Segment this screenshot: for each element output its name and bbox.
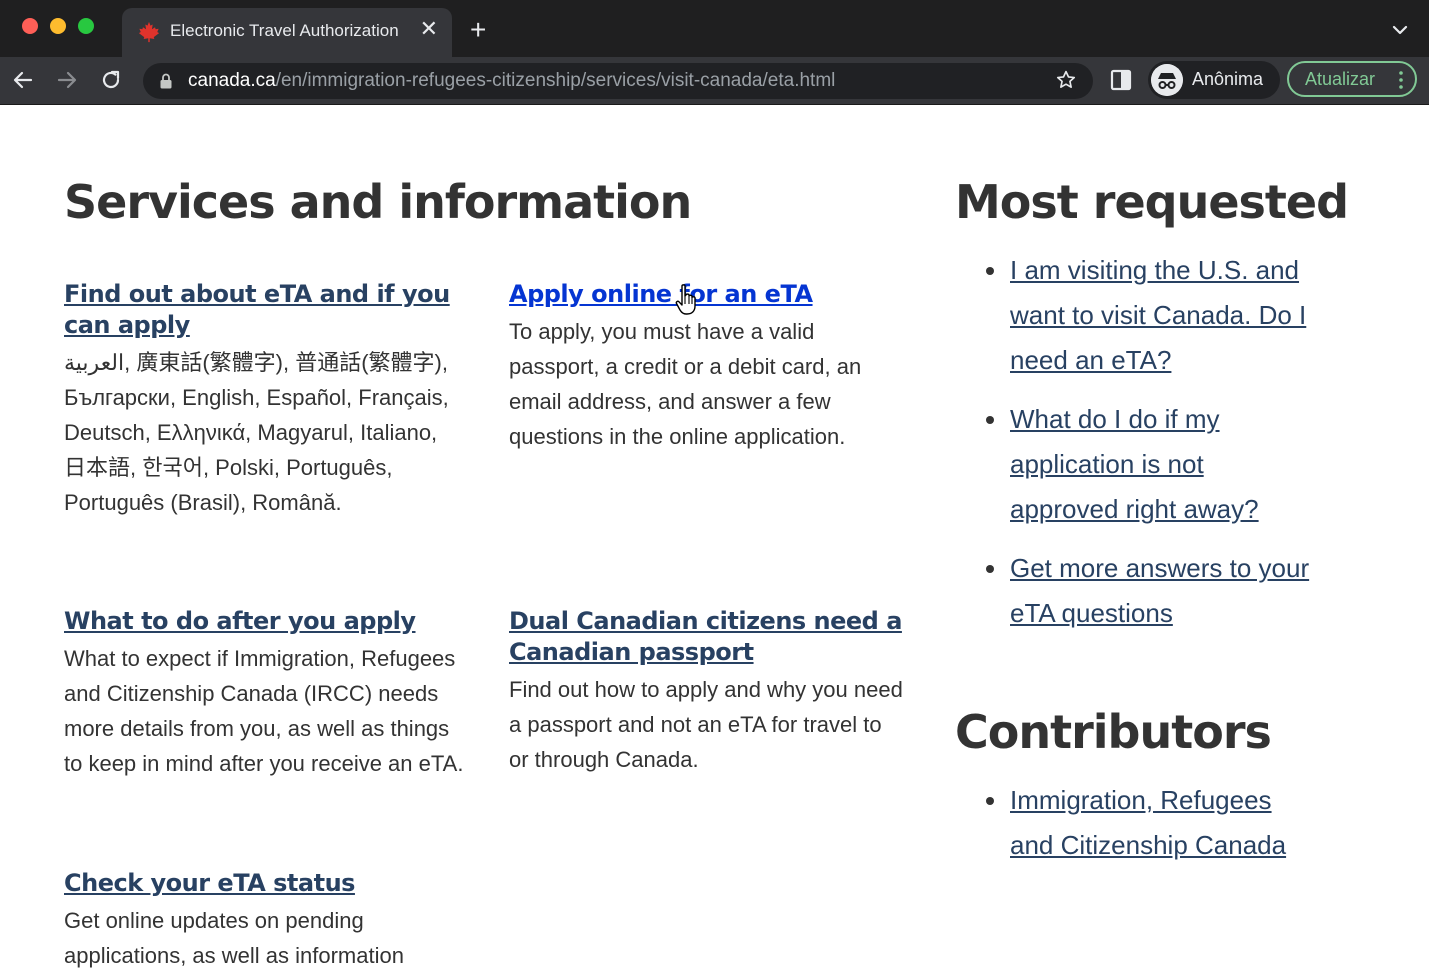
side-panel-icon[interactable] <box>1110 69 1132 91</box>
browser-tab[interactable]: Electronic Travel Authorization ✕ <box>122 8 452 57</box>
url-path: /en/immigration-refugees-citizenship/ser… <box>275 70 836 91</box>
list-item: What do I do if my application is not ap… <box>955 397 1315 532</box>
back-arrow-icon[interactable] <box>11 68 35 92</box>
incognito-icon <box>1151 64 1183 96</box>
url-text[interactable]: canada.ca/en/immigration-refugees-citize… <box>188 70 835 92</box>
update-label: Atualizar <box>1305 69 1376 89</box>
list-item: Immigration, Refugees and Citizenship Ca… <box>955 778 1315 868</box>
ircc-link[interactable]: Immigration, Refugees and Citizenship Ca… <box>1010 785 1286 860</box>
card-description: Find out how to apply and why you need a… <box>509 677 903 772</box>
update-button[interactable]: Atualizar <box>1287 61 1417 97</box>
services-heading: Services and information <box>64 175 692 229</box>
card-description: What to expect if Immigration, Refugees … <box>64 646 464 776</box>
card-description: Get online updates on pending applicatio… <box>64 908 404 968</box>
maple-leaf-icon <box>138 21 160 43</box>
minimize-window-button[interactable] <box>50 18 66 34</box>
service-card: Apply online for an eTA To apply, you mu… <box>509 279 909 454</box>
contributors-list: Immigration, Refugees and Citizenship Ca… <box>955 778 1315 882</box>
page-content: Services and information Find out about … <box>0 105 1429 968</box>
check-status-link[interactable]: Check your eTA status <box>64 868 464 899</box>
after-apply-link[interactable]: What to do after you apply <box>64 606 464 637</box>
bookmark-star-icon[interactable] <box>1055 69 1077 91</box>
more-menu-icon[interactable] <box>1399 70 1403 90</box>
incognito-profile-button[interactable]: Anônima <box>1148 61 1280 99</box>
new-tab-button[interactable]: + <box>470 16 486 44</box>
url-host: canada.ca <box>188 70 276 91</box>
most-requested-heading: Most requested <box>955 175 1349 229</box>
chevron-down-icon[interactable] <box>1390 20 1410 40</box>
maximize-window-button[interactable] <box>78 18 94 34</box>
profile-label: Anônima <box>1192 69 1264 89</box>
service-card: Find out about eTA and if you can apply … <box>64 279 464 520</box>
not-approved-link[interactable]: What do I do if my application is not ap… <box>1010 404 1259 524</box>
list-item: I am visiting the U.S. and want to visit… <box>955 248 1315 383</box>
tab-title: Electronic Travel Authorization <box>170 21 399 40</box>
hand-cursor-icon <box>675 284 696 315</box>
service-card: Check your eTA status Get online updates… <box>64 868 464 973</box>
more-answers-link[interactable]: Get more answers to your eTA questions <box>1010 553 1309 628</box>
eta-eligibility-link[interactable]: Find out about eTA and if you can apply <box>64 279 464 341</box>
tab-strip: Electronic Travel Authorization ✕ + <box>0 0 1429 57</box>
tab-close-icon[interactable]: ✕ <box>420 18 438 40</box>
dual-citizens-link[interactable]: Dual Canadian citizens need a Canadian p… <box>509 606 904 668</box>
lock-icon[interactable] <box>159 73 173 89</box>
most-requested-list: I am visiting the U.S. and want to visit… <box>955 248 1315 650</box>
reload-icon[interactable] <box>99 68 123 92</box>
card-description: To apply, you must have a valid passport… <box>509 319 862 449</box>
card-description: العربية, 廣東話(繁體字), 普通話(繁體字), Български, … <box>64 350 449 515</box>
apply-online-link[interactable]: Apply online for an eTA <box>509 279 909 310</box>
close-window-button[interactable] <box>22 18 38 34</box>
service-card: Dual Canadian citizens need a Canadian p… <box>509 606 904 777</box>
visiting-us-link[interactable]: I am visiting the U.S. and want to visit… <box>1010 255 1306 375</box>
list-item: Get more answers to your eTA questions <box>955 546 1315 636</box>
forward-arrow-icon[interactable] <box>55 68 79 92</box>
address-bar[interactable]: canada.ca/en/immigration-refugees-citize… <box>143 63 1093 99</box>
contributors-heading: Contributors <box>955 705 1272 759</box>
browser-toolbar: canada.ca/en/immigration-refugees-citize… <box>0 57 1429 105</box>
service-card: What to do after you apply What to expec… <box>64 606 464 781</box>
